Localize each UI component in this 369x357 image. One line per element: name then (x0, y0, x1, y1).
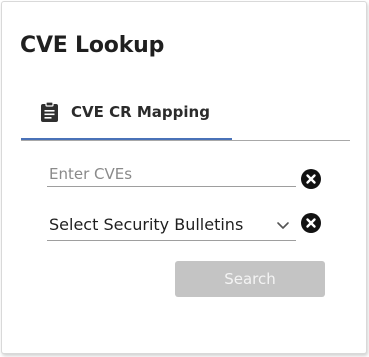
security-bulletins-select[interactable]: Select Security Bulletins (47, 208, 296, 241)
search-button[interactable]: Search (175, 261, 325, 297)
close-icon (306, 174, 316, 184)
clipboard-icon (40, 101, 59, 123)
tabs-divider (21, 140, 350, 141)
chevron-down-icon (276, 216, 290, 229)
close-icon (306, 218, 316, 228)
cve-input[interactable] (47, 163, 296, 187)
page-title: CVE Lookup (20, 33, 165, 58)
tab-cve-cr-mapping[interactable]: CVE CR Mapping (21, 87, 232, 140)
clear-cve-input-button[interactable] (301, 169, 321, 189)
cve-lookup-card: CVE Lookup CVE CR Mapping Select Securit… (1, 1, 367, 354)
clear-bulletin-select-button[interactable] (301, 213, 321, 233)
tab-label: CVE CR Mapping (71, 103, 210, 121)
select-value: Select Security Bulletins (49, 215, 244, 234)
